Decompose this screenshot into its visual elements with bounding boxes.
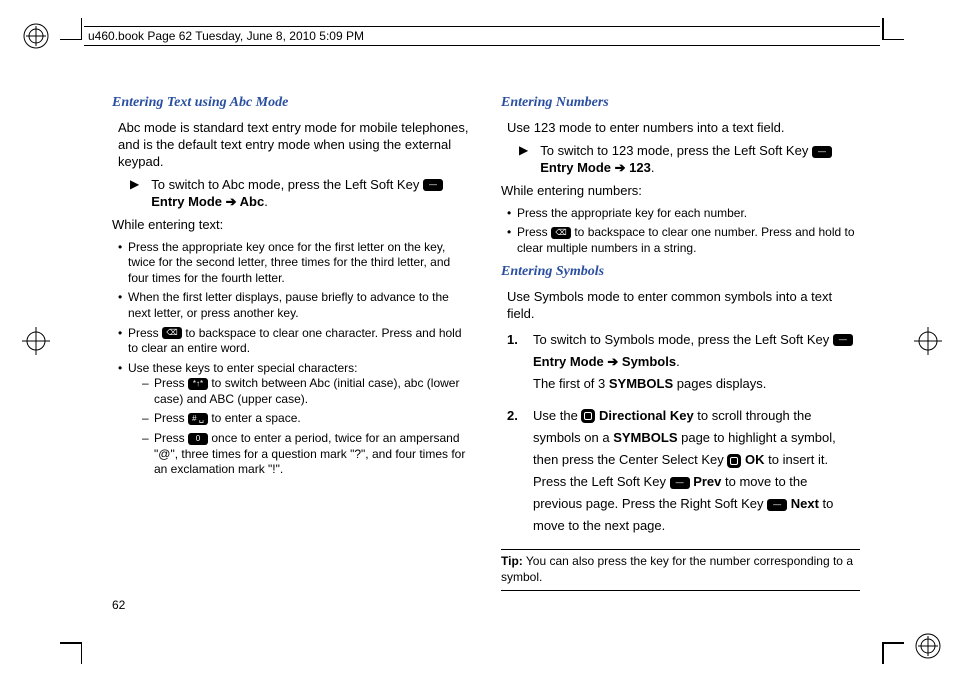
arrow-icon: ▶ <box>130 177 139 211</box>
registration-target-right <box>914 327 942 355</box>
star-key-icon: *↑* <box>188 378 208 390</box>
registration-target-top-left <box>22 22 50 50</box>
directional-key-icon <box>581 409 595 423</box>
left-soft-key-icon: — <box>670 477 690 489</box>
center-select-key-icon <box>727 454 741 468</box>
left-column: Entering Text using Abc Mode Abc mode is… <box>112 94 471 622</box>
crop-mark-bottom-left <box>60 642 82 664</box>
left-soft-key-icon: — <box>423 179 443 191</box>
zero-key-icon: 0 <box>188 433 208 445</box>
sub-space: Press # ␣ to enter a space. <box>134 411 471 427</box>
crop-mark-bottom-right <box>882 642 904 664</box>
sub-case-switch: Press *↑* to switch between Abc (initial… <box>134 376 471 407</box>
registration-target-bottom-right <box>914 632 942 660</box>
bullet-num-key: Press the appropriate key for each numbe… <box>507 206 860 222</box>
tip-text: You can also press the key for the numbe… <box>501 554 853 584</box>
step-navigate-symbols: Use the Directional Key to scroll throug… <box>507 405 860 538</box>
tip-label: Tip: <box>501 554 523 568</box>
intro-numbers: Use 123 mode to enter numbers into a tex… <box>507 120 860 137</box>
clear-key-icon: ⌫ <box>551 227 571 239</box>
right-column: Entering Numbers Use 123 mode to enter n… <box>501 94 860 622</box>
bullet-pause: When the first letter displays, pause br… <box>118 290 471 321</box>
intro-symbols: Use Symbols mode to enter common symbols… <box>507 289 860 323</box>
sub-punctuation: Press 0 once to enter a period, twice fo… <box>134 431 471 478</box>
left-soft-key-icon: — <box>833 334 853 346</box>
while-entering-numbers: While entering numbers: <box>501 183 860 200</box>
heading-numbers: Entering Numbers <box>501 94 860 112</box>
page-meta-header: u460.book Page 62 Tuesday, June 8, 2010 … <box>84 26 880 46</box>
clear-key-icon: ⌫ <box>162 327 182 339</box>
switch-abc-instruction: To switch to Abc mode, press the Left So… <box>151 177 471 211</box>
tip-box: Tip: You can also press the key for the … <box>501 549 860 590</box>
heading-abc-mode: Entering Text using Abc Mode <box>112 94 471 112</box>
left-soft-key-icon: — <box>812 146 832 158</box>
heading-symbols: Entering Symbols <box>501 263 860 281</box>
intro-abc: Abc mode is standard text entry mode for… <box>118 120 471 171</box>
crop-mark-top-right <box>882 18 904 40</box>
step-switch-symbols: To switch to Symbols mode, press the Lef… <box>507 329 860 395</box>
right-soft-key-icon: — <box>767 499 787 511</box>
hash-key-icon: # ␣ <box>188 413 208 425</box>
registration-target-left <box>22 327 50 355</box>
while-entering-text: While entering text: <box>112 217 471 234</box>
arrow-icon: ▶ <box>519 143 528 177</box>
bullet-special-chars: Use these keys to enter special characte… <box>118 361 471 478</box>
bullet-num-backspace: Press ⌫ to backspace to clear one number… <box>507 225 860 256</box>
bullet-backspace: Press ⌫ to backspace to clear one charac… <box>118 326 471 357</box>
bullet-key-presses: Press the appropriate key once for the f… <box>118 240 471 287</box>
switch-123-instruction: To switch to 123 mode, press the Left So… <box>540 143 860 177</box>
crop-mark-top-left <box>60 18 82 40</box>
page-meta-text: u460.book Page 62 Tuesday, June 8, 2010 … <box>88 29 364 43</box>
page-number: 62 <box>112 598 125 612</box>
